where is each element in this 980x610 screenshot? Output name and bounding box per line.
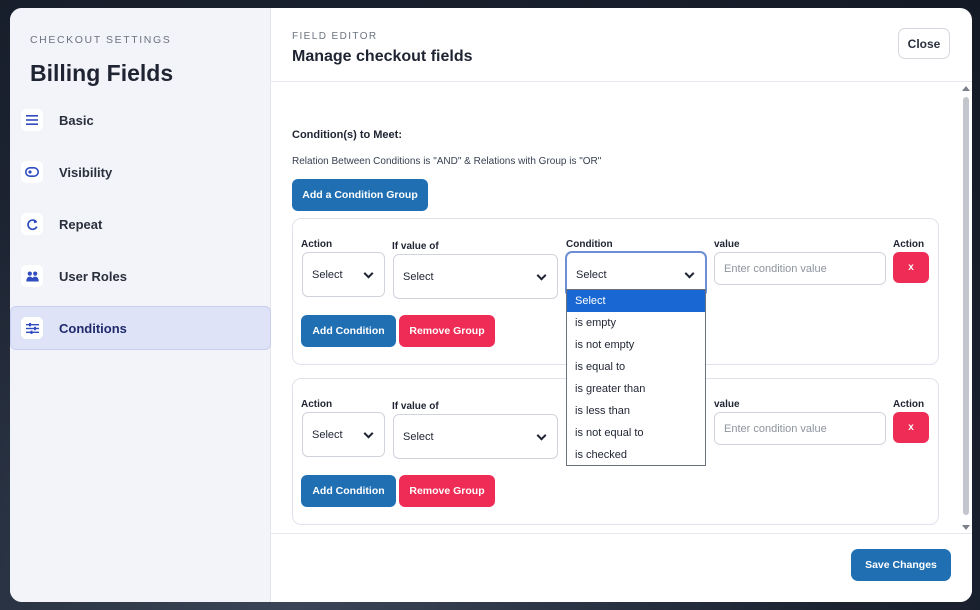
sidebar-nav: Basic Visibility Repeat User Roles Condi… [10, 98, 271, 358]
sidebar-eyebrow: CHECKOUT SETTINGS [30, 34, 172, 46]
sidebar-item-repeat[interactable]: Repeat [10, 202, 271, 246]
remove-condition-button[interactable]: x [893, 252, 929, 283]
dropdown-option[interactable]: is not empty [567, 334, 705, 356]
scrollbar-thumb[interactable] [963, 97, 969, 515]
value-label: value [714, 399, 740, 410]
sidebar-item-conditions[interactable]: Conditions [10, 306, 271, 350]
chevron-down-icon [536, 270, 547, 281]
remove-group-button[interactable]: Remove Group [399, 315, 495, 347]
condition-dropdown-list: Select is empty is not empty is equal to… [566, 289, 706, 466]
condition-label: Condition [566, 239, 613, 250]
dropdown-option[interactable]: is not equal to [567, 422, 705, 444]
close-button[interactable]: Close [898, 28, 950, 59]
conditions-relation-text: Relation Between Conditions is "AND" & R… [292, 156, 602, 167]
dropdown-option[interactable]: is checked [567, 444, 705, 466]
dropdown-option[interactable]: is empty [567, 312, 705, 334]
header-eyebrow: FIELD EDITOR [292, 31, 378, 42]
save-changes-button[interactable]: Save Changes [851, 549, 951, 581]
action-select-value: Select [312, 268, 343, 281]
scroll-up-arrow-icon[interactable] [962, 86, 970, 91]
content-scrollbar[interactable] [960, 83, 972, 533]
condition-select-value: Select [576, 268, 607, 281]
settings-modal: CHECKOUT SETTINGS Billing Fields Basic V… [10, 8, 972, 602]
dropdown-option[interactable]: is equal to [567, 356, 705, 378]
sidebar-item-label: Basic [59, 112, 94, 128]
sidebar-item-basic[interactable]: Basic [10, 98, 271, 142]
if-value-label: If value of [392, 241, 439, 252]
dropdown-option[interactable]: Select [567, 290, 705, 312]
action-select-value: Select [312, 428, 343, 441]
sidebar-item-label: Visibility [59, 164, 113, 180]
if-value-select[interactable]: Select [393, 414, 558, 459]
sidebar-title: Billing Fields [30, 60, 174, 86]
eye-icon [21, 161, 43, 183]
condition-value-input[interactable] [714, 412, 886, 445]
sidebar-item-label: Repeat [59, 216, 103, 232]
dropdown-option[interactable]: is less than [567, 400, 705, 422]
chevron-down-icon [363, 268, 374, 279]
action-label: Action [301, 399, 333, 410]
chevron-down-icon [536, 430, 547, 441]
if-value-label: If value of [392, 401, 439, 412]
action-label: Action [301, 239, 333, 250]
sliders-icon [21, 317, 43, 339]
header: FIELD EDITOR Manage checkout fields Clos… [271, 8, 972, 82]
if-value-select-value: Select [403, 430, 434, 443]
sidebar-item-user-roles[interactable]: User Roles [10, 254, 271, 298]
if-value-select[interactable]: Select [393, 254, 558, 299]
page-title: Manage checkout fields [292, 48, 473, 65]
users-icon [21, 265, 43, 287]
remove-condition-button[interactable]: x [893, 412, 929, 443]
condition-value-input[interactable] [714, 252, 886, 285]
remove-group-button[interactable]: Remove Group [399, 475, 495, 507]
repeat-icon [21, 213, 43, 235]
if-value-select-value: Select [403, 270, 434, 283]
footer: Save Changes [271, 533, 972, 602]
dropdown-option[interactable]: is greater than [567, 378, 705, 400]
action-label-right: Action [893, 239, 925, 250]
action-label-right: Action [893, 399, 925, 410]
scroll-down-arrow-icon[interactable] [962, 525, 970, 530]
chevron-down-icon [684, 268, 695, 279]
value-label: value [714, 239, 740, 250]
chevron-down-icon [363, 428, 374, 439]
sidebar-item-label: Conditions [59, 320, 127, 336]
conditions-content: Condition(s) to Meet: Relation Between C… [271, 83, 972, 533]
add-condition-button[interactable]: Add Condition [301, 475, 396, 507]
add-condition-button[interactable]: Add Condition [301, 315, 396, 347]
sidebar-item-label: User Roles [59, 268, 127, 284]
action-select[interactable]: Select [302, 252, 385, 297]
conditions-heading: Condition(s) to Meet: [292, 129, 402, 141]
sidebar: CHECKOUT SETTINGS Billing Fields Basic V… [10, 8, 271, 602]
main-panel: FIELD EDITOR Manage checkout fields Clos… [271, 8, 972, 602]
action-select[interactable]: Select [302, 412, 385, 457]
sidebar-item-visibility[interactable]: Visibility [10, 150, 271, 194]
menu-icon [21, 109, 43, 131]
add-condition-group-button[interactable]: Add a Condition Group [292, 179, 428, 211]
